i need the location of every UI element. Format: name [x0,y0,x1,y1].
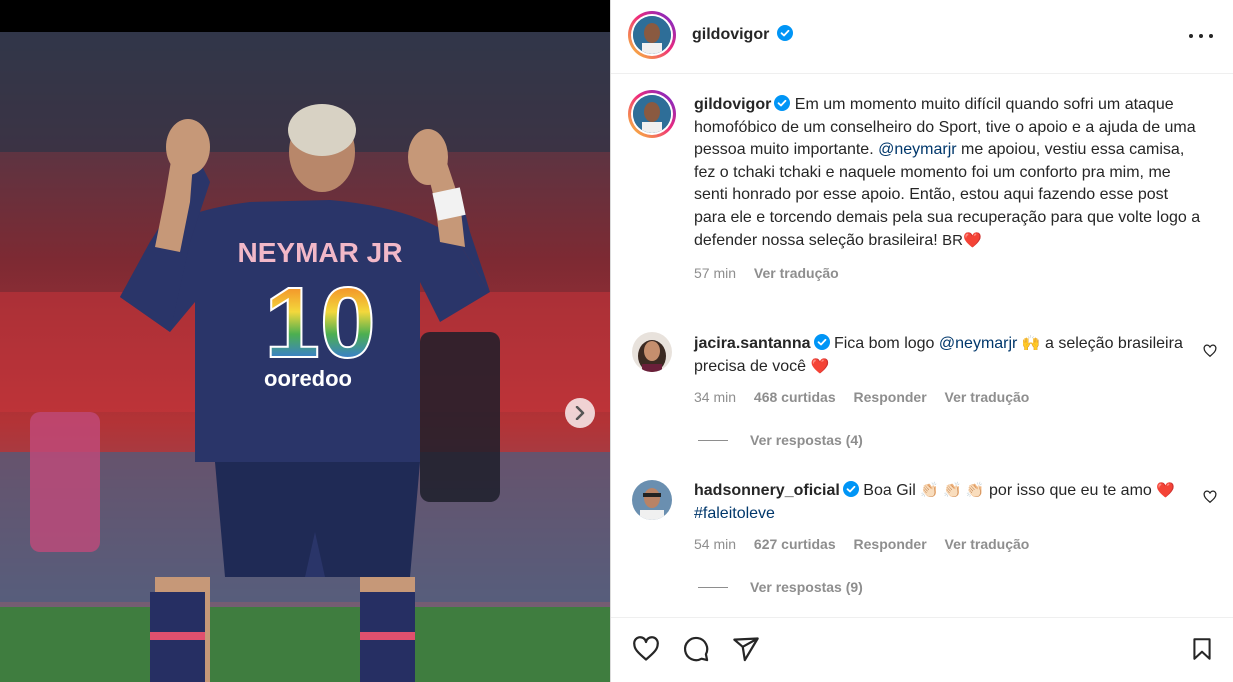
comment-text: Fica bom logo [833,335,935,352]
comment-emoji: 🙌 [1021,335,1041,352]
comment-text-rest: por isso que eu te amo [989,482,1152,499]
more-dot [1199,34,1203,38]
view-replies-button[interactable]: Ver respostas (4) [698,432,863,448]
view-replies-button[interactable]: Ver respostas (9) [698,579,863,595]
comment-item: jacira.santanna Fica bom logo @neymarjr … [694,333,1189,409]
verified-badge-icon [774,95,791,111]
comment-username[interactable]: hadsonnery_oficial [694,482,840,499]
caption-mention[interactable]: @neymarjr [878,141,956,158]
post-caption: gildovigor Em um momento muito difícil q… [694,94,1204,285]
caption-username[interactable]: gildovigor [694,96,771,113]
more-options-icon [1189,34,1193,38]
comment-emoji: 👏🏻 👏🏻 👏🏻 [920,482,985,499]
heart-icon[interactable] [631,635,661,663]
view-replies-label[interactable]: Ver respostas (9) [750,579,863,595]
comment-time[interactable]: 54 min [694,536,736,552]
verified-badge-icon [842,481,859,497]
comment-text: Boa Gil [863,482,916,499]
more-dot [1209,34,1213,38]
caption-translate-link[interactable]: Ver tradução [754,265,839,281]
comment-end-emoji: ❤️ [1156,482,1175,499]
comment-like-heart-icon[interactable] [1203,344,1217,358]
avatar-image [632,332,672,372]
comment-meta: 34 min 468 curtidas Responder Ver traduç… [694,386,1189,409]
comment-avatar[interactable] [632,332,672,372]
neymar-photo-illustration: NEYMAR JR 10 ooredoo [0,32,610,682]
avatar-image [633,95,671,133]
post-details-panel: gildovigor gildovigor Em um momento muit… [610,0,1233,682]
author-username[interactable]: gildovigor [692,26,769,43]
comment-meta: 54 min 627 curtidas Responder Ver traduç… [694,533,1189,556]
verified-badge-icon [776,25,793,41]
caption-time[interactable]: 57 min [694,265,736,281]
comment-translate-link[interactable]: Ver tradução [945,389,1030,405]
caption-emoji: BR❤️ [942,231,982,249]
comment-like-heart-icon[interactable] [1203,490,1217,504]
more-options-button[interactable] [1189,26,1213,46]
comment-likes[interactable]: 627 curtidas [754,536,836,552]
comment-reply-button[interactable]: Responder [854,389,927,405]
post-photo: NEYMAR JR 10 ooredoo [0,32,610,682]
caption-author-avatar[interactable] [628,90,676,138]
next-arrow-icon [575,406,585,420]
comment-avatar[interactable] [632,480,672,520]
replies-divider [698,439,728,441]
share-icon[interactable] [732,635,760,663]
author-avatar[interactable] [628,11,676,59]
jersey-sponsor: ooredoo [264,366,352,391]
comment-time[interactable]: 34 min [694,389,736,405]
comment-translate-link[interactable]: Ver tradução [945,536,1030,552]
comment-username[interactable]: jacira.santanna [694,335,811,352]
jersey-number: 10 [264,267,375,379]
replies-divider [698,586,728,588]
avatar-image [633,16,671,54]
bookmark-icon[interactable] [1189,635,1215,663]
comment-mention[interactable]: @neymarjr [939,335,1017,352]
post-media: NEYMAR JR 10 ooredoo [0,0,610,682]
comment-hashtag[interactable]: #faleitoleve [694,505,775,522]
comment-reply-button[interactable]: Responder [854,536,927,552]
post-action-bar [611,617,1233,682]
view-replies-label[interactable]: Ver respostas (4) [750,432,863,448]
post-header: gildovigor [611,0,1233,74]
comment-likes[interactable]: 468 curtidas [754,389,836,405]
comment-item: hadsonnery_oficial Boa Gil 👏🏻 👏🏻 👏🏻 por … [694,480,1189,556]
next-photo-button[interactable] [565,398,595,428]
avatar-image [632,480,672,520]
jersey-name: NEYMAR JR [238,237,403,268]
comment-end-emoji: ❤️ [810,357,830,375]
verified-badge-icon [813,334,830,350]
comment-icon[interactable] [682,635,710,663]
caption-meta: 57 min Ver tradução [694,262,1204,285]
